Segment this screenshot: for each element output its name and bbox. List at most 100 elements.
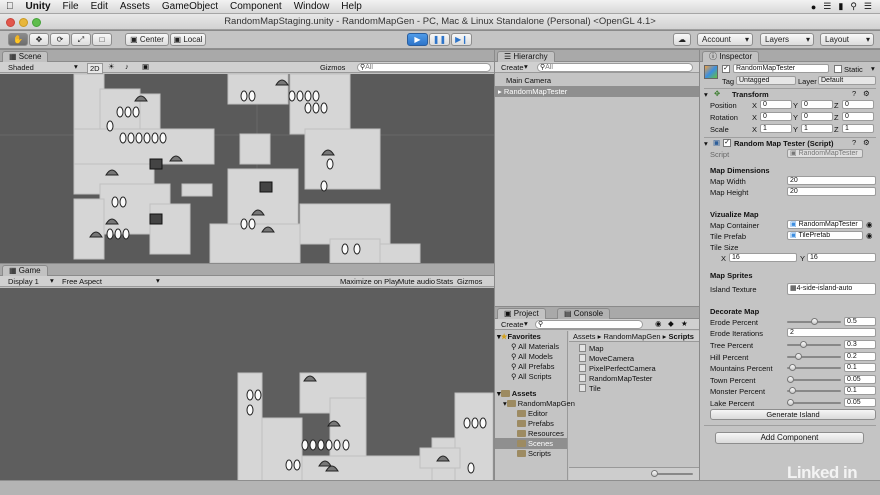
- help-icon[interactable]: ?: [852, 89, 856, 98]
- static-checkbox[interactable]: [834, 65, 842, 73]
- menu-app-name[interactable]: Unity: [20, 1, 57, 12]
- decorate-value-input[interactable]: 0.05: [844, 374, 876, 384]
- tab-console[interactable]: ▤ Console: [557, 308, 611, 319]
- transform-z-input[interactable]: 1: [842, 124, 874, 133]
- hierarchy-search-input[interactable]: ⚲All: [537, 63, 693, 72]
- tab-game[interactable]: ▦ Game: [2, 265, 48, 276]
- tile-prefab-field[interactable]: ▣ TilePrefab: [787, 231, 863, 240]
- erode-iterations-input[interactable]: 2: [787, 328, 876, 337]
- decorate-slider[interactable]: [787, 378, 841, 381]
- tile-size-y-input[interactable]: 16: [807, 253, 876, 262]
- island-texture-field[interactable]: ▦4-side-island-auto: [787, 283, 876, 295]
- decorate-slider-knob[interactable]: [786, 375, 794, 383]
- script-enabled-checkbox[interactable]: ✓: [723, 139, 731, 147]
- decorate-slider-knob[interactable]: [789, 364, 797, 371]
- decorate-slider-knob[interactable]: [800, 341, 808, 348]
- menu-window[interactable]: Window: [288, 1, 336, 12]
- hand-tool-button[interactable]: ✋: [8, 33, 28, 46]
- transform-x-input[interactable]: 0: [760, 112, 792, 121]
- light-icon[interactable]: ☀: [108, 62, 115, 71]
- menu-assets[interactable]: Assets: [114, 1, 156, 12]
- map-width-input[interactable]: 20: [787, 176, 876, 185]
- project-search-input[interactable]: ⚲: [535, 320, 643, 329]
- scene-viewport[interactable]: [0, 74, 494, 263]
- transform-z-input[interactable]: 0: [842, 100, 874, 109]
- transform-x-input[interactable]: 1: [760, 124, 792, 133]
- layers-dropdown[interactable]: Layers ▾: [760, 33, 814, 46]
- menu-gameobject[interactable]: GameObject: [156, 1, 224, 12]
- scene-search-input[interactable]: ⚲All: [357, 63, 491, 72]
- map-container-field[interactable]: ▣ RandomMapTester: [787, 220, 863, 229]
- breadcrumb-item[interactable]: Scripts: [669, 332, 694, 341]
- erode-percent-slider-knob[interactable]: [811, 318, 818, 325]
- menu-component[interactable]: Component: [224, 1, 288, 12]
- notification-icon[interactable]: ☰: [864, 1, 872, 12]
- add-component-button[interactable]: Add Component: [715, 432, 864, 444]
- local-space-button[interactable]: ▣ Local: [170, 33, 206, 46]
- collapse-arrow-icon[interactable]: ▾: [704, 139, 708, 148]
- status-icon-1[interactable]: ●: [811, 2, 816, 12]
- decorate-slider[interactable]: [787, 401, 841, 404]
- menu-help[interactable]: Help: [335, 1, 368, 12]
- decorate-value-input[interactable]: 0.05: [844, 397, 876, 407]
- object-name-field[interactable]: RandomMapTester: [733, 64, 829, 73]
- tag-dropdown[interactable]: Untagged: [736, 76, 796, 85]
- audio-icon[interactable]: ♪: [125, 62, 129, 71]
- decorate-value-input[interactable]: 0.3: [844, 340, 876, 349]
- transform-x-input[interactable]: 0: [760, 100, 792, 109]
- object-picker-icon[interactable]: ◉: [866, 220, 873, 229]
- display-dropdown[interactable]: Display 1: [8, 277, 39, 286]
- decorate-slider[interactable]: [787, 344, 841, 346]
- layer-dropdown[interactable]: Default: [818, 76, 876, 85]
- list-item[interactable]: Tile: [579, 383, 697, 394]
- transform-y-input[interactable]: 0: [801, 100, 833, 109]
- play-button[interactable]: ▶: [407, 33, 428, 46]
- minimize-window-icon[interactable]: [19, 18, 28, 27]
- tab-hierarchy[interactable]: ☰ Hierarchy: [497, 51, 555, 62]
- transform-z-input[interactable]: 0: [842, 112, 874, 121]
- breadcrumb-item[interactable]: RandomMapGen: [603, 332, 660, 341]
- project-create-dropdown[interactable]: Create: [501, 320, 524, 329]
- mute-audio-toggle[interactable]: Mute audio: [398, 277, 435, 286]
- game-viewport[interactable]: [0, 288, 494, 495]
- tile-size-x-input[interactable]: 16: [729, 253, 797, 262]
- step-button[interactable]: ▶❙: [451, 33, 472, 46]
- filter-label-icon[interactable]: ◆: [668, 319, 674, 328]
- scene-gizmos-dropdown[interactable]: Gizmos: [320, 63, 345, 72]
- decorate-value-input[interactable]: 0.1: [844, 386, 876, 395]
- object-picker-icon[interactable]: ◉: [866, 231, 873, 240]
- gear-icon[interactable]: ⚙: [863, 138, 870, 147]
- pause-button[interactable]: ❚❚: [429, 33, 450, 46]
- tab-scene[interactable]: ▦ Scene: [2, 51, 49, 62]
- zoom-window-icon[interactable]: [32, 18, 41, 27]
- move-tool-button[interactable]: ✥: [29, 33, 49, 46]
- help-icon[interactable]: ?: [852, 138, 856, 147]
- close-window-icon[interactable]: [6, 18, 15, 27]
- favorite-item[interactable]: ⚲ All Scripts: [495, 371, 567, 382]
- search-icon[interactable]: ⚲: [850, 1, 857, 12]
- game-gizmos-dropdown[interactable]: Gizmos: [457, 277, 482, 286]
- active-checkbox[interactable]: ✓: [722, 65, 730, 73]
- rect-tool-button[interactable]: □: [92, 33, 112, 46]
- decorate-value-input[interactable]: 0.2: [844, 351, 876, 361]
- collapse-arrow-icon[interactable]: ▾: [704, 90, 708, 99]
- hierarchy-create-dropdown[interactable]: Create: [501, 63, 524, 72]
- erode-percent-input[interactable]: 0.5: [844, 317, 876, 326]
- transform-y-input[interactable]: 1: [801, 124, 833, 133]
- aspect-dropdown[interactable]: Free Aspect: [62, 277, 102, 286]
- account-dropdown[interactable]: Account ▾: [697, 33, 753, 46]
- generate-island-button[interactable]: Generate Island: [710, 409, 876, 420]
- decorate-value-input[interactable]: 0.1: [844, 363, 876, 372]
- gear-icon[interactable]: ⚙: [863, 89, 870, 98]
- breadcrumb-item[interactable]: Assets: [573, 332, 596, 341]
- menu-edit[interactable]: Edit: [85, 1, 114, 12]
- folder-item[interactable]: Scripts: [495, 448, 567, 459]
- tab-project[interactable]: ▣ Project: [497, 308, 546, 319]
- pivot-center-button[interactable]: ▣ Center: [125, 33, 169, 46]
- shading-mode-dropdown[interactable]: Shaded: [8, 63, 34, 72]
- hierarchy-item-selected[interactable]: ▸ RandomMapTester: [495, 86, 699, 97]
- decorate-slider-knob[interactable]: [789, 387, 797, 394]
- map-height-input[interactable]: 20: [787, 187, 876, 196]
- chevron-down-icon[interactable]: ▾: [871, 64, 875, 73]
- hierarchy-item[interactable]: Main Camera: [495, 75, 699, 86]
